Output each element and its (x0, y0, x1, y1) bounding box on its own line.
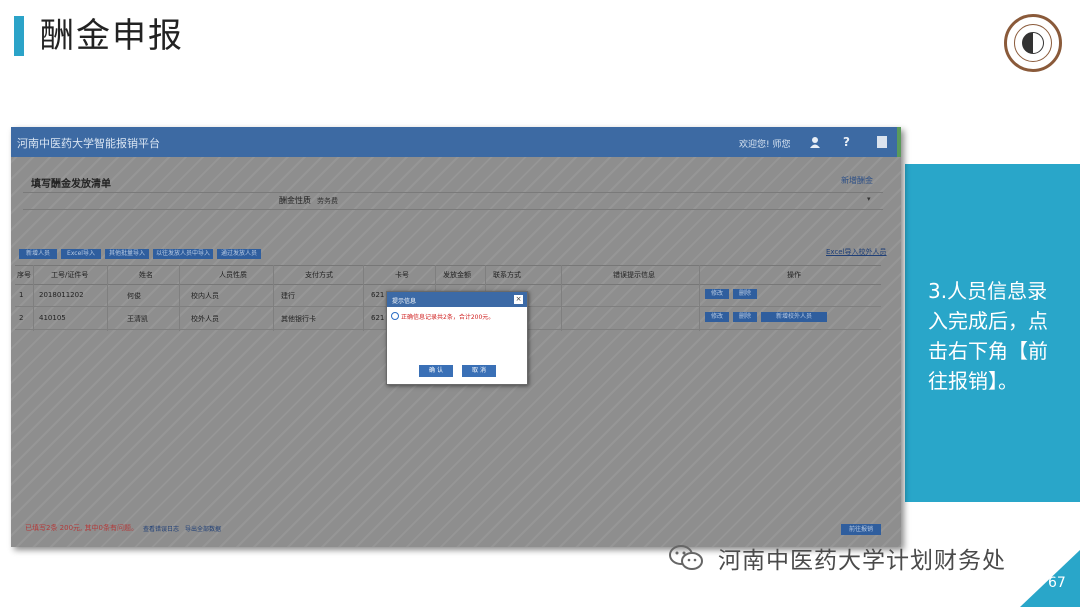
column-header: 发放金额 (443, 271, 471, 279)
user-icon[interactable] (809, 136, 821, 148)
dialog-header: 提示信息 × (387, 292, 527, 307)
chevron-down-icon[interactable]: ▾ (867, 195, 871, 203)
help-icon[interactable]: ? (843, 135, 850, 149)
row-index: 2 (19, 314, 24, 322)
row-id: 410105 (39, 314, 66, 322)
row-name: 王清凯 (127, 315, 148, 323)
column-header: 工号/证件号 (51, 271, 89, 279)
table-header: 序号 工号/证件号 姓名 人员性质 支付方式 卡号 发放金额 联系方式 错误提示… (15, 265, 881, 285)
issued-people-button[interactable]: 通过发放人员 (217, 249, 261, 259)
column-header: 人员性质 (219, 271, 247, 279)
info-dialog: 提示信息 × 正确信息记录共2条，合计200元。 确 认 取 消 (386, 291, 528, 385)
info-icon (391, 312, 399, 320)
app-screenshot: 河南中医药大学智能报销平台 欢迎您! 师您 ? 填写酬金发放清单 新增酬金 酬金… (11, 127, 901, 547)
university-seal-icon (1004, 14, 1062, 72)
column-header: 序号 (17, 271, 31, 279)
row-card: 621 (371, 291, 385, 299)
export-data-link[interactable]: 导出全部数据 (185, 524, 221, 533)
app-title: 河南中医药大学智能报销平台 (17, 137, 160, 150)
add-person-button[interactable]: 新增人员 (19, 249, 57, 259)
document-icon[interactable] (877, 136, 887, 148)
summary-text: 已填写2条 200元, 其中0条有问题。 (25, 524, 138, 532)
app-header: 河南中医药大学智能报销平台 欢迎您! 师您 ? (11, 127, 901, 157)
column-header: 姓名 (139, 271, 153, 279)
column-header: 支付方式 (305, 271, 333, 279)
error-log-link[interactable]: 查看错误日志 (143, 524, 179, 533)
row-type: 校内人员 (191, 292, 219, 300)
row-card: 621 (371, 314, 385, 322)
org-name: 河南中医药大学计划财务处 (718, 548, 1006, 574)
row-index: 1 (19, 291, 24, 299)
go-reimburse-button[interactable]: 前往报销 (841, 524, 881, 535)
delete-button[interactable]: 删除 (733, 312, 757, 322)
batch-import-button[interactable]: 其他批量导入 (105, 249, 149, 259)
form-title: 填写酬金发放清单 (31, 179, 111, 190)
dialog-title: 提示信息 (392, 298, 417, 305)
excel-import-button[interactable]: Excel导入 (61, 249, 101, 259)
welcome-text: 欢迎您! 师您 (739, 140, 791, 150)
column-header: 联系方式 (493, 271, 521, 279)
column-header: 卡号 (395, 271, 409, 279)
row-type: 校外人员 (191, 315, 219, 323)
edit-button[interactable]: 修改 (705, 289, 729, 299)
confirm-button[interactable]: 确 认 (419, 365, 453, 377)
divider (23, 209, 883, 210)
row-pay-method: 其他银行卡 (281, 315, 316, 323)
slide-title: 酬金申报 (40, 16, 184, 56)
edit-button[interactable]: 修改 (705, 312, 729, 322)
dialog-message: 正确信息记录共2条，合计200元。 (401, 314, 495, 321)
side-instruction: 3.人员信息录入完成后，点击右下角【前往报销】。 (928, 279, 1048, 393)
column-header: 错误提示信息 (613, 271, 655, 279)
divider (23, 192, 883, 193)
row-id: 2018011202 (39, 291, 84, 299)
cancel-button[interactable]: 取 消 (462, 365, 496, 377)
title-accent-bar (14, 16, 24, 56)
new-reward-link[interactable]: 新增酬金 (841, 175, 873, 186)
row-pay-method: 建行 (281, 292, 295, 300)
add-external-person-button[interactable]: 新增校外人员 (761, 312, 827, 322)
history-import-button[interactable]: 以往发放人员中导入 (153, 249, 213, 259)
column-header: 操作 (787, 271, 801, 279)
page-number: 67 (1048, 575, 1066, 591)
wechat-icon (669, 545, 703, 570)
delete-button[interactable]: 删除 (733, 289, 757, 299)
property-select[interactable]: 劳务费 (317, 196, 338, 206)
close-icon[interactable]: × (514, 295, 523, 304)
excel-import-external-link[interactable]: Excel导入校外人员 (826, 247, 887, 257)
property-label: 酬金性质 (279, 196, 311, 205)
row-name: 何俊 (127, 292, 141, 300)
